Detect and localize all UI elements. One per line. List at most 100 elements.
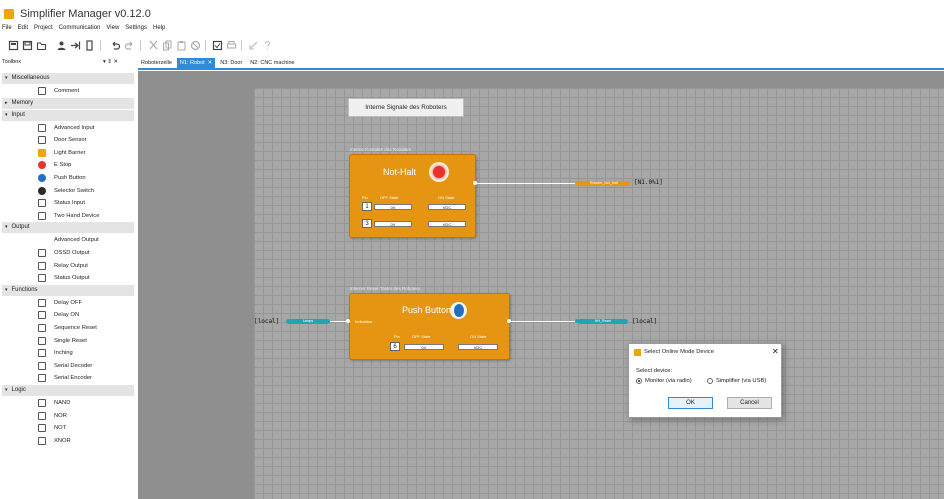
cancel-button[interactable]: Cancel <box>727 397 772 409</box>
menu-edit[interactable]: Edit <box>18 25 28 35</box>
menu-view[interactable]: View <box>106 25 119 35</box>
radio-unselected-icon[interactable] <box>707 378 713 384</box>
header-signal-button[interactable]: Interne Signale des Roboters <box>348 98 464 117</box>
on-state-value[interactable]: VDC <box>428 204 466 210</box>
toolbox-item-nand[interactable]: NAND <box>0 397 134 409</box>
toolbox-item-not[interactable]: NOT <box>0 422 134 434</box>
ok-button[interactable]: OK <box>668 397 713 409</box>
close-icon[interactable]: ✕ <box>772 347 779 356</box>
col-off-state: OFF State <box>380 195 399 200</box>
toolbox-item-advanced-input[interactable]: Advanced Input <box>0 122 134 134</box>
toolbox-item-status-output[interactable]: Status Output <box>0 272 134 284</box>
on-state-value[interactable]: VDC <box>458 344 498 350</box>
menu-project[interactable]: Project <box>34 25 53 35</box>
connect-icon[interactable] <box>70 40 81 51</box>
col-on-state: ON State <box>470 334 487 339</box>
category-memory[interactable]: ▸ Memory <box>2 97 134 109</box>
print-icon[interactable] <box>226 40 237 51</box>
off-state-value[interactable]: 0V <box>374 204 412 210</box>
redo-icon[interactable] <box>124 40 135 51</box>
toolbox-item-selector-switch[interactable]: Selector Switch <box>0 185 134 197</box>
push-button-block[interactable]: Push Button Indication Pin OFF State ON … <box>349 293 510 360</box>
tab-close-icon[interactable]: ✕ <box>208 60 213 66</box>
toolbox-item-status-input[interactable]: Status Input <box>0 197 134 209</box>
toolbox-item-advanced-output[interactable]: Advanced Output <box>0 234 134 246</box>
select-online-mode-dialog: Select Online Mode Device ✕ Select devic… <box>628 343 782 418</box>
menu-file[interactable]: File <box>2 25 12 35</box>
toolbox-item-nor[interactable]: NOR <box>0 410 134 422</box>
block-title: Not-Halt <box>383 167 417 177</box>
toolbox-item-delay-on[interactable]: Delay ON <box>0 309 134 321</box>
undo-icon[interactable] <box>110 40 121 51</box>
help-icon[interactable] <box>262 40 273 51</box>
toolbox-item-e-stop[interactable]: E Stop <box>0 159 134 171</box>
save-icon[interactable] <box>22 40 33 51</box>
tab-n3-door[interactable]: N3: Door <box>217 58 245 68</box>
input-port[interactable] <box>346 319 350 323</box>
toolbox-window-controls[interactable]: ▾ ⇕ ✕ <box>103 59 118 65</box>
serial-decoder-icon <box>38 361 46 370</box>
tab-label: N1: Robot <box>179 60 205 66</box>
user-icon[interactable] <box>56 40 67 51</box>
wire-label-nh-reset[interactable]: NH_Reset <box>578 319 628 324</box>
block-title: Push Button <box>402 305 452 315</box>
toolbox-item-ossd-output[interactable]: OSSD Output <box>0 247 134 259</box>
wire-label-roboter-not-halt[interactable]: Roboter_Not_Halt <box>578 181 630 186</box>
toolbox-item-inching[interactable]: Inching <box>0 347 134 359</box>
tab-n2-cnc-machine[interactable]: N2: CNC machine <box>247 58 297 68</box>
dialog-app-icon <box>634 349 641 356</box>
wire-label-lamps[interactable]: Lamps <box>286 319 330 324</box>
category-label: Functions <box>11 286 38 293</box>
copy-icon[interactable] <box>162 40 173 51</box>
delete-icon[interactable] <box>190 40 201 51</box>
radio-selected-icon[interactable] <box>636 378 642 384</box>
tab-n1-robot[interactable]: N1: Robot ✕ <box>176 58 216 68</box>
toolbox-item-two-hand-device[interactable]: Two Hand Device <box>0 210 134 222</box>
on-state-value[interactable]: VDC <box>428 221 466 227</box>
category-miscellaneous[interactable]: ▾ Miscellaneous <box>2 73 134 84</box>
toolbox-item-delay-off[interactable]: Delay OFF <box>0 297 134 309</box>
toolbox-item-relay-output[interactable]: Relay Output <box>0 260 134 272</box>
tab-roboterzelle[interactable]: Roboterzelle <box>138 58 175 68</box>
toolbox-item-single-reset[interactable]: Single Reset <box>0 335 134 347</box>
radio-simplifier[interactable]: Simplifier (via USB) <box>707 378 766 384</box>
toolbox-item-xnor[interactable]: XNOR <box>0 435 134 447</box>
toolbox-item-label: Push Button <box>54 175 86 181</box>
toolbox-item-light-barrier[interactable]: Light Barrier <box>0 147 134 159</box>
not-halt-block[interactable]: Not-Halt Pin OFF State ON State 1 0V VDC… <box>349 154 476 238</box>
block2-group-label: Interner Reset-Taster des Roboters <box>350 286 421 291</box>
category-output[interactable]: ▾ Output <box>2 222 134 234</box>
toolbox-item-push-button[interactable]: Push Button <box>0 172 134 184</box>
off-state-value[interactable]: 0V <box>404 344 444 350</box>
toolbox-item-label: Sequence Reset <box>54 325 97 331</box>
category-input[interactable]: ▾ Input <box>2 109 134 121</box>
cut-icon[interactable] <box>148 40 159 51</box>
toolbar-separator <box>140 40 141 51</box>
wire <box>477 183 577 184</box>
menu-settings[interactable]: Settings <box>125 25 147 35</box>
radio-monitor[interactable]: Monitor (via radio) <box>636 378 692 384</box>
menu-communication[interactable]: Communication <box>59 25 101 35</box>
pin-number: 3 <box>362 219 372 228</box>
check-icon[interactable] <box>212 40 223 51</box>
category-functions[interactable]: ▾ Functions <box>2 284 134 296</box>
toolbox-item-label: Status Input <box>54 200 85 207</box>
off-state-value[interactable]: 0V <box>374 221 412 227</box>
toolbox-item-serial-decoder[interactable]: Serial Decoder <box>0 360 134 372</box>
device-icon[interactable] <box>84 40 95 51</box>
toolbox-item-comment[interactable]: Comment <box>0 85 134 97</box>
toolbox-item-door-sensor[interactable]: Door Sensor <box>0 134 134 146</box>
paste-icon[interactable] <box>176 40 187 51</box>
category-logic[interactable]: ▾ Logic <box>2 385 134 396</box>
toolbox-item-sequence-reset[interactable]: Sequence Reset <box>0 322 134 334</box>
document-tabs: Roboterzelle N1: Robot ✕ N3: Door N2: CNC… <box>138 58 298 68</box>
toolbox-item-serial-encoder[interactable]: Serial Encoder <box>0 372 134 384</box>
toolbox-header: Toolbox ▾ ⇕ ✕ <box>0 58 136 68</box>
diagram-canvas[interactable]: Interne Signale des Roboters Interne Kon… <box>138 71 944 499</box>
toolbox-item-label: NOT <box>54 425 67 432</box>
link-icon[interactable] <box>248 40 259 51</box>
chevron-down-icon: ▾ <box>5 224 8 231</box>
open-icon[interactable] <box>36 40 47 51</box>
menu-help[interactable]: Help <box>153 25 165 35</box>
new-icon[interactable] <box>8 40 19 51</box>
